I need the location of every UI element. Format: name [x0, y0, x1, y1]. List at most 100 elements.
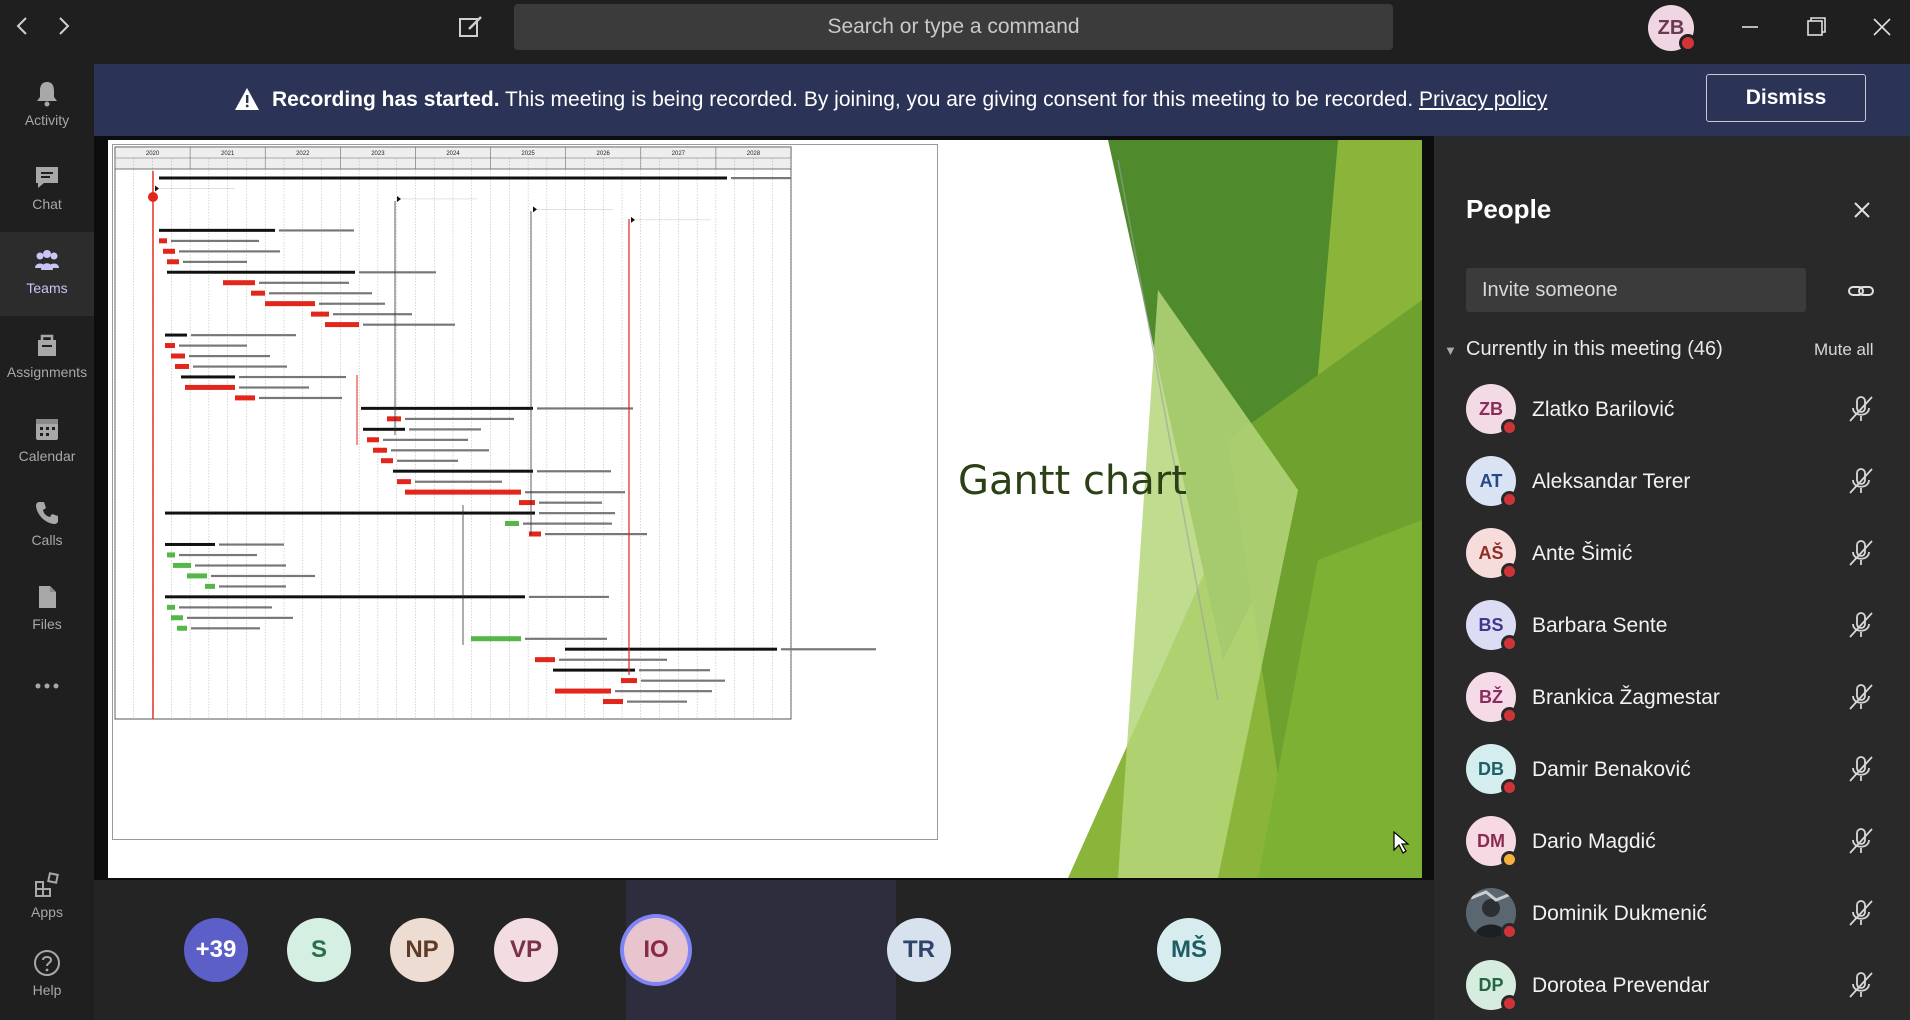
- profile-avatar[interactable]: ZB: [1648, 5, 1697, 52]
- mic-muted-icon[interactable]: [1844, 752, 1878, 786]
- gantt-task-bar: [167, 552, 175, 558]
- rail-calls[interactable]: Calls: [0, 484, 94, 568]
- mic-muted-icon[interactable]: [1844, 824, 1878, 858]
- people-panel-title: People: [1466, 194, 1552, 224]
- participant-row[interactable]: DM Dario Magdić: [1434, 806, 1910, 878]
- close-panel-icon[interactable]: [1844, 192, 1880, 228]
- gantt-task-bar: [621, 678, 637, 684]
- gantt-task-bar: [171, 615, 183, 621]
- mic-muted-icon[interactable]: [1844, 680, 1878, 714]
- participant-name: Dario Magdić: [1532, 830, 1656, 853]
- participant-row[interactable]: Dominik Dukmenić: [1434, 878, 1910, 950]
- mute-all-button[interactable]: Mute all: [1814, 340, 1874, 360]
- participant-avatar: AŠ: [1466, 528, 1518, 580]
- gantt-task-label: [363, 323, 455, 326]
- search-input[interactable]: Search or type a command: [514, 4, 1393, 50]
- mouse-cursor-icon: [1393, 830, 1410, 854]
- participant-avatar: ZB: [1466, 384, 1518, 436]
- gantt-task-bar: [361, 406, 533, 410]
- participant-tile-avatar[interactable]: MŠ: [1157, 918, 1221, 982]
- back-arrow-icon[interactable]: [8, 11, 36, 41]
- invite-input[interactable]: [1466, 268, 1806, 312]
- more-icon: [35, 683, 59, 689]
- rail-apps[interactable]: Apps: [0, 856, 94, 940]
- participant-tile-avatar[interactable]: NP: [390, 918, 454, 982]
- gantt-task-bar: [177, 625, 187, 631]
- participant-row[interactable]: DB Damir Benaković: [1434, 734, 1910, 806]
- participant-row[interactable]: ZB Zlatko Barilović: [1434, 374, 1910, 446]
- participant-initials: DB: [1478, 759, 1504, 779]
- participant-row[interactable]: BŽ Brankica Žagmestar: [1434, 662, 1910, 734]
- gantt-task-bar: [471, 636, 521, 642]
- rail-help[interactable]: Help: [0, 934, 94, 1018]
- rail-assignments[interactable]: Assignments: [0, 316, 94, 400]
- calendar-icon: [36, 419, 58, 440]
- gantt-task-label: [259, 281, 349, 284]
- rail-label: Files: [32, 616, 62, 632]
- restore-icon[interactable]: [1796, 8, 1836, 46]
- rail-files[interactable]: Files: [0, 568, 94, 652]
- gantt-task-label: [191, 627, 260, 630]
- participant-avatar: DM: [1466, 816, 1518, 868]
- gantt-task-label: [405, 417, 514, 421]
- participant-row[interactable]: BS Barbara Sente: [1434, 590, 1910, 662]
- presence-status-icon: [1501, 635, 1518, 652]
- participant-tile-avatar[interactable]: TR: [887, 918, 951, 982]
- gantt-task-bar: [165, 511, 535, 515]
- more-apps-button[interactable]: [0, 664, 94, 714]
- teams-icon: [35, 250, 59, 270]
- gantt-task-label: [627, 700, 687, 703]
- forward-arrow-icon[interactable]: [50, 11, 78, 41]
- gantt-task-label: [615, 690, 712, 693]
- mic-muted-icon[interactable]: [1844, 968, 1878, 1002]
- mic-muted-icon[interactable]: [1844, 464, 1878, 498]
- participant-initials: AŠ: [1478, 543, 1504, 563]
- participant-initials: DM: [1477, 831, 1505, 851]
- gantt-task-bar: [167, 270, 355, 274]
- gantt-task-bar: [167, 259, 179, 265]
- gantt-task-label: [187, 616, 293, 619]
- gantt-start-marker: [148, 192, 158, 202]
- gantt-year-label: 2022: [296, 151, 310, 157]
- gantt-task-bar: [553, 668, 635, 672]
- gantt-task-label: [219, 543, 284, 546]
- slide-title: Gantt chart: [958, 458, 1187, 504]
- minimize-icon[interactable]: [1730, 8, 1770, 46]
- close-window-icon[interactable]: [1862, 8, 1902, 46]
- participant-row[interactable]: AT Aleksandar Terer: [1434, 446, 1910, 518]
- dismiss-button[interactable]: Dismiss: [1706, 74, 1866, 122]
- participant-initials: ZB: [1479, 399, 1503, 419]
- participant-tile-avatar[interactable]: S: [287, 918, 351, 982]
- compose-icon[interactable]: [456, 12, 486, 42]
- participant-tile-avatar[interactable]: IO: [624, 918, 688, 982]
- mic-muted-icon[interactable]: [1844, 392, 1878, 426]
- participant-row[interactable]: AŠ Ante Šimić: [1434, 518, 1910, 590]
- presence-status-icon: [1501, 563, 1518, 580]
- gantt-year-label: 2027: [672, 151, 686, 157]
- participant-tile-avatar[interactable]: +39: [184, 918, 248, 982]
- participant-row[interactable]: DP Dorotea Prevendar: [1434, 950, 1910, 1020]
- gantt-task-label: [179, 606, 272, 609]
- rail-activity[interactable]: Activity: [0, 64, 94, 148]
- gantt-task-label: [559, 658, 667, 661]
- privacy-policy-link[interactable]: Privacy policy: [1419, 88, 1547, 111]
- rail-teams[interactable]: Teams: [0, 232, 94, 316]
- mic-muted-icon[interactable]: [1844, 896, 1878, 930]
- gantt-task-bar: [175, 363, 189, 369]
- participant-tile-avatar[interactable]: VP: [494, 918, 558, 982]
- participant-name: Dominik Dukmenić: [1532, 902, 1708, 925]
- gantt-task-bar: [373, 447, 387, 453]
- gantt-task-label: [415, 480, 502, 483]
- gantt-chart-image: 2020 2021 2022 2023 2024 2025 2026 2027 2028: [112, 144, 938, 840]
- share-link-icon[interactable]: [1844, 274, 1878, 308]
- app-rail: Activity Chat Teams Assignments Calendar…: [0, 54, 94, 1020]
- rail-calendar[interactable]: Calendar: [0, 400, 94, 484]
- gantt-task-label: [259, 396, 342, 400]
- gantt-task-label: [539, 501, 602, 504]
- mic-muted-icon[interactable]: [1844, 608, 1878, 642]
- rail-chat[interactable]: Chat: [0, 148, 94, 232]
- gantt-task-bar: [603, 699, 623, 705]
- mic-muted-icon[interactable]: [1844, 536, 1878, 570]
- meeting-participants-header[interactable]: ▼ Currently in this meeting (46): [1444, 338, 1723, 361]
- gantt-task-bar: [363, 427, 405, 431]
